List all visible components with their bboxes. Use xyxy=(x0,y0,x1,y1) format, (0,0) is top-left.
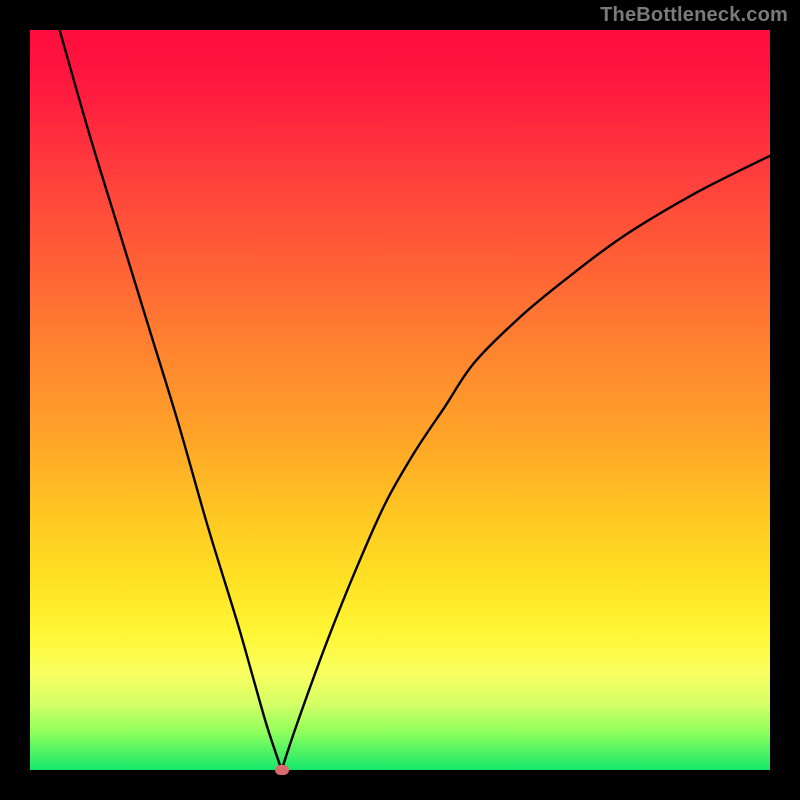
watermark-text: TheBottleneck.com xyxy=(600,4,788,27)
bottleneck-curve xyxy=(30,30,770,770)
plot-area xyxy=(30,30,770,770)
minimum-marker xyxy=(275,765,289,775)
chart-frame: TheBottleneck.com xyxy=(0,0,800,800)
